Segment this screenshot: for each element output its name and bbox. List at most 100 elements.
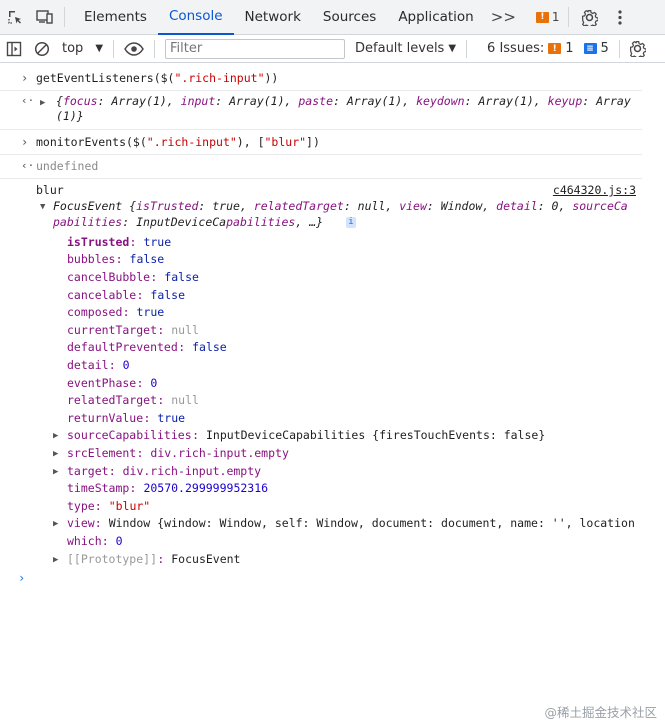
property-value: FocusEvent bbox=[171, 552, 241, 566]
issues-info-count: 5 bbox=[600, 41, 609, 56]
result-object-preview-cont: (1)} bbox=[56, 109, 84, 123]
property-key: composed bbox=[67, 305, 123, 319]
property-value: div.rich-input.empty bbox=[122, 464, 262, 478]
property-colon: : bbox=[178, 340, 186, 354]
property-colon: : bbox=[192, 428, 200, 442]
event-preview-text-cont: pabilities: InputDeviceCapabilities, …} bbox=[53, 215, 324, 229]
property-colon: : bbox=[157, 393, 165, 407]
tabbar-divider bbox=[567, 7, 569, 27]
property-key: bubbles bbox=[67, 252, 116, 266]
property-value: false bbox=[150, 288, 186, 302]
property-value: false bbox=[164, 270, 199, 284]
property-key: timeStamp bbox=[67, 481, 130, 495]
issues-badge-count: 1 bbox=[551, 10, 560, 24]
watermark-text: @稀土掘金技术社区 bbox=[544, 705, 657, 720]
input-prompt-chevron-icon: › bbox=[21, 135, 29, 149]
expand-triangle-icon[interactable]: ▶ bbox=[53, 431, 63, 441]
property-value: false bbox=[192, 340, 227, 354]
toolbar-divider bbox=[154, 39, 156, 58]
collapse-triangle-icon[interactable]: ▼ bbox=[40, 202, 50, 212]
console-settings-gear-icon[interactable] bbox=[624, 35, 652, 63]
property-key: type bbox=[67, 499, 95, 513]
line-divider bbox=[0, 178, 642, 179]
issues-counter[interactable]: 6 Issues: ! 1 ≡ 5 bbox=[487, 41, 609, 56]
property-key: isTrusted bbox=[67, 235, 130, 249]
property-colon: : bbox=[150, 270, 158, 284]
property-value: false bbox=[129, 252, 165, 266]
property-colon: : bbox=[122, 305, 130, 319]
property-colon: : bbox=[143, 411, 151, 425]
more-options-kebab-icon[interactable] bbox=[605, 0, 635, 35]
empty-prompt-chevron-icon: › bbox=[18, 571, 26, 585]
tabbar-divider bbox=[64, 7, 65, 27]
property-key: view bbox=[67, 516, 95, 530]
property-key: which bbox=[67, 534, 102, 548]
property-key: cancelable bbox=[67, 288, 137, 302]
property-colon: : bbox=[129, 481, 137, 495]
log-levels-label: Default levels bbox=[355, 41, 445, 56]
property-value: 0 bbox=[115, 534, 123, 548]
expand-triangle-icon[interactable]: ▶ bbox=[40, 98, 50, 108]
command-text: getEventListeners($(".rich-input")) bbox=[36, 71, 279, 85]
property-colon: : bbox=[157, 323, 165, 337]
property-colon: : bbox=[136, 446, 144, 460]
property-value: true bbox=[143, 235, 172, 249]
context-selector[interactable]: top ▼ bbox=[56, 41, 109, 56]
result-return-arrow-icon: ‹· bbox=[21, 94, 35, 107]
toolbar-divider bbox=[113, 39, 115, 58]
dropdown-triangle-icon: ▼ bbox=[448, 43, 457, 54]
issues-badge[interactable]: ! 1 bbox=[535, 10, 560, 24]
tab-application[interactable]: Application bbox=[387, 0, 484, 35]
dropdown-triangle-icon: ▼ bbox=[95, 43, 104, 54]
property-colon: : bbox=[108, 464, 116, 478]
device-toolbar-icon[interactable] bbox=[30, 0, 60, 35]
info-message-icon: ≡ bbox=[583, 43, 597, 54]
property-value: div.rich-input.empty bbox=[150, 446, 289, 460]
property-key: sourceCapabilities bbox=[67, 428, 192, 442]
property-key: defaultPrevented bbox=[67, 340, 178, 354]
tab-sources[interactable]: Sources bbox=[312, 0, 387, 35]
show-sidebar-icon[interactable] bbox=[0, 35, 28, 63]
property-key: srcElement bbox=[67, 446, 137, 460]
clear-console-icon[interactable] bbox=[28, 35, 56, 63]
command-text: monitorEvents($(".rich-input"), ["blur"]… bbox=[36, 135, 320, 149]
expand-triangle-icon[interactable]: ▶ bbox=[53, 519, 63, 529]
live-expression-eye-icon[interactable] bbox=[118, 35, 150, 63]
input-prompt-chevron-icon: › bbox=[21, 71, 29, 85]
filter-input[interactable] bbox=[165, 38, 346, 59]
issues-label: 6 Issues: bbox=[487, 41, 545, 56]
property-value: 0 bbox=[122, 358, 130, 372]
log-source-link[interactable]: c464320.js:3 bbox=[553, 183, 636, 197]
settings-gear-icon[interactable] bbox=[575, 0, 605, 35]
property-colon: : bbox=[136, 376, 144, 390]
result-object-preview[interactable]: {focus: Array(1), input: Array(1), paste… bbox=[56, 94, 642, 108]
property-colon: : bbox=[129, 235, 137, 249]
more-tabs-chevron[interactable]: >> bbox=[485, 8, 522, 26]
result-return-arrow-icon: ‹· bbox=[21, 159, 35, 172]
property-colon: : bbox=[115, 252, 123, 266]
property-key: currentTarget bbox=[67, 323, 158, 337]
console-scrollbar[interactable] bbox=[642, 63, 665, 727]
line-divider bbox=[0, 90, 642, 91]
log-message-text: blur bbox=[36, 183, 64, 197]
issues-warn-count: 1 bbox=[565, 41, 574, 56]
info-icon[interactable]: i bbox=[346, 217, 356, 228]
expand-triangle-icon[interactable]: ▶ bbox=[53, 555, 63, 565]
tab-elements[interactable]: Elements bbox=[73, 0, 158, 35]
property-colon: : bbox=[94, 516, 102, 530]
log-levels-dropdown[interactable]: Default levels ▼ bbox=[355, 41, 456, 56]
tab-console[interactable]: Console bbox=[157, 0, 234, 35]
expand-triangle-icon[interactable]: ▶ bbox=[53, 449, 63, 459]
property-colon: : bbox=[94, 499, 102, 513]
property-value: 0 bbox=[150, 376, 158, 390]
property-key: detail bbox=[67, 358, 109, 372]
context-selector-label: top bbox=[62, 41, 84, 56]
property-value: 20570.299999952316 bbox=[143, 481, 269, 495]
property-colon: : bbox=[108, 358, 116, 372]
expand-triangle-icon[interactable]: ▶ bbox=[53, 467, 63, 477]
inspect-element-icon[interactable] bbox=[0, 0, 30, 35]
devtools-tabbar: Elements Console Network Sources Applica… bbox=[0, 0, 665, 35]
property-value: "blur" bbox=[108, 499, 151, 513]
property-colon: : bbox=[157, 552, 165, 566]
tab-network[interactable]: Network bbox=[234, 0, 312, 35]
